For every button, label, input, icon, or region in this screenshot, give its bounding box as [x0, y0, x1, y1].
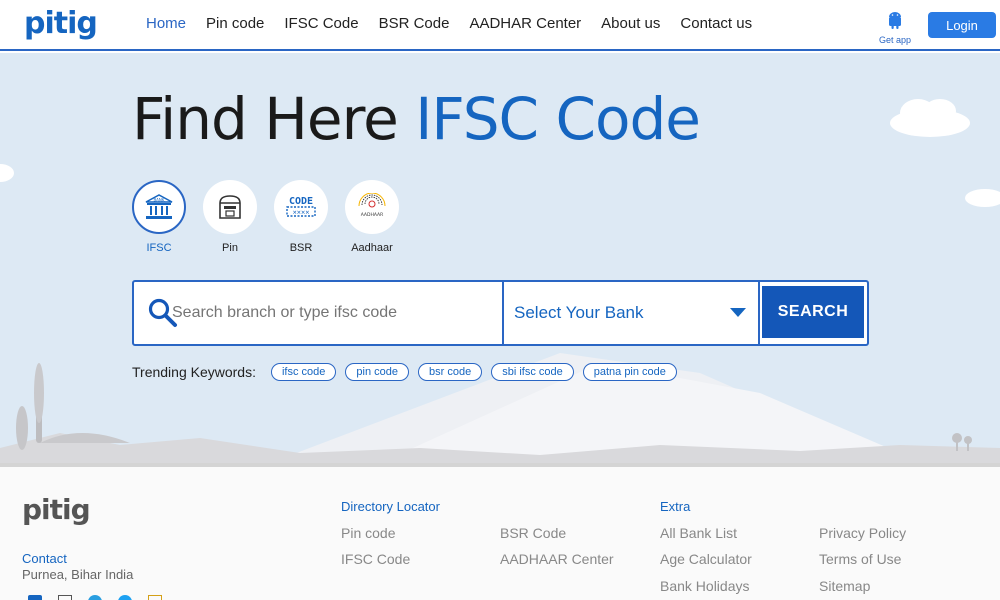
- bank-icon: BANK: [145, 194, 173, 219]
- hero-title-plain: Find Here: [132, 85, 399, 153]
- hero-section: Find Here IFSC Code BANK IFSC Pin CODE ×…: [0, 53, 1000, 463]
- nav-ifsc-code[interactable]: IFSC Code: [274, 15, 368, 32]
- category-bsr[interactable]: CODE ×××× BSR: [274, 180, 328, 254]
- category-ifsc[interactable]: BANK IFSC: [132, 180, 186, 254]
- category-aadhaar-circle: AADHAAR: [345, 180, 399, 234]
- get-app-link[interactable]: Get app: [874, 11, 916, 45]
- category-bsr-label: BSR: [289, 242, 313, 254]
- code-icon: CODE ××××: [286, 196, 316, 217]
- footer-link-bsr-code[interactable]: BSR Code: [500, 525, 566, 541]
- footer-logo[interactable]: pitig: [22, 493, 91, 526]
- extra-heading: Extra: [660, 499, 691, 514]
- footer-contact-heading: Contact: [22, 551, 67, 566]
- aadhaar-badge: AADHAAR: [361, 212, 384, 218]
- category-pin-label: Pin: [222, 242, 238, 254]
- site-logo[interactable]: pitig: [24, 6, 98, 41]
- android-icon: [889, 12, 901, 29]
- bank-badge: BANK: [153, 198, 164, 203]
- aadhaar-icon: AADHAAR: [358, 193, 386, 218]
- trending-chip[interactable]: bsr code: [418, 363, 483, 381]
- nav-about-us[interactable]: About us: [591, 15, 670, 32]
- site-header: pitig Home Pin code IFSC Code BSR Code A…: [0, 0, 1000, 51]
- social-links: [28, 595, 162, 600]
- chevron-down-icon: [730, 308, 746, 317]
- mailbox-icon: [219, 195, 241, 219]
- mail-icon[interactable]: [58, 595, 72, 600]
- search-button[interactable]: SEARCH: [762, 286, 864, 338]
- category-pin-circle: [203, 180, 257, 234]
- category-bsr-circle: CODE ××××: [274, 180, 328, 234]
- nav-home[interactable]: Home: [136, 15, 196, 32]
- trending-keywords: Trending Keywords: ifsc code pin code bs…: [132, 363, 677, 381]
- footer-link-terms-of-use[interactable]: Terms of Use: [819, 551, 901, 567]
- trending-chip[interactable]: pin code: [345, 363, 409, 381]
- trending-chip[interactable]: ifsc code: [270, 363, 337, 381]
- telegram-icon[interactable]: [88, 595, 102, 600]
- facebook-icon[interactable]: [28, 595, 42, 600]
- footer-link-aadhaar-center[interactable]: AADHAAR Center: [500, 551, 614, 567]
- search-form: Select Your Bank SEARCH: [132, 280, 869, 346]
- email-icon[interactable]: [148, 595, 162, 600]
- svg-text:××××: ××××: [293, 209, 310, 217]
- category-aadhaar[interactable]: AADHAAR Aadhaar: [345, 180, 399, 254]
- bank-select[interactable]: Select Your Bank: [506, 282, 760, 344]
- nav-contact-us[interactable]: Contact us: [670, 15, 762, 32]
- footer-link-bank-holidays[interactable]: Bank Holidays: [660, 578, 750, 594]
- nav-aadhar-center[interactable]: AADHAR Center: [459, 15, 591, 32]
- login-button[interactable]: Login: [928, 12, 996, 38]
- logo-text: pitig: [24, 6, 98, 41]
- footer-link-sitemap[interactable]: Sitemap: [819, 578, 870, 594]
- category-ifsc-circle: BANK: [132, 180, 186, 234]
- main-nav: Home Pin code IFSC Code BSR Code AADHAR …: [136, 15, 762, 32]
- site-footer: pitig Contact Purnea, Bihar India Direct…: [0, 463, 1000, 600]
- nav-pin-code[interactable]: Pin code: [196, 15, 274, 32]
- trending-chip[interactable]: patna pin code: [582, 363, 677, 381]
- footer-link-privacy-policy[interactable]: Privacy Policy: [819, 525, 906, 541]
- footer-link-age-calculator[interactable]: Age Calculator: [660, 551, 752, 567]
- trending-label: Trending Keywords:: [132, 364, 256, 380]
- category-ifsc-label: IFSC: [146, 242, 172, 254]
- bank-select-value: Select Your Bank: [514, 303, 644, 322]
- hero-title-accent: IFSC Code: [415, 85, 701, 153]
- directory-heading: Directory Locator: [341, 499, 440, 514]
- hero-title: Find Here IFSC Code: [132, 85, 701, 153]
- category-selector: BANK IFSC Pin CODE ×××× BSR AADHAAR Aadh…: [132, 180, 399, 254]
- footer-link-ifsc-code[interactable]: IFSC Code: [341, 551, 410, 567]
- footer-logo-text: pitig: [22, 493, 91, 526]
- category-aadhaar-label: Aadhaar: [351, 242, 393, 254]
- trending-chip[interactable]: sbi ifsc code: [491, 363, 574, 381]
- get-app-label: Get app: [878, 35, 912, 45]
- footer-link-pin-code[interactable]: Pin code: [341, 525, 395, 541]
- twitter-icon[interactable]: [118, 595, 132, 600]
- footer-address: Purnea, Bihar India: [22, 567, 134, 582]
- category-pin[interactable]: Pin: [203, 180, 257, 254]
- search-input[interactable]: [134, 282, 504, 344]
- nav-bsr-code[interactable]: BSR Code: [369, 15, 460, 32]
- footer-link-all-bank-list[interactable]: All Bank List: [660, 525, 737, 541]
- code-badge: CODE: [289, 196, 313, 207]
